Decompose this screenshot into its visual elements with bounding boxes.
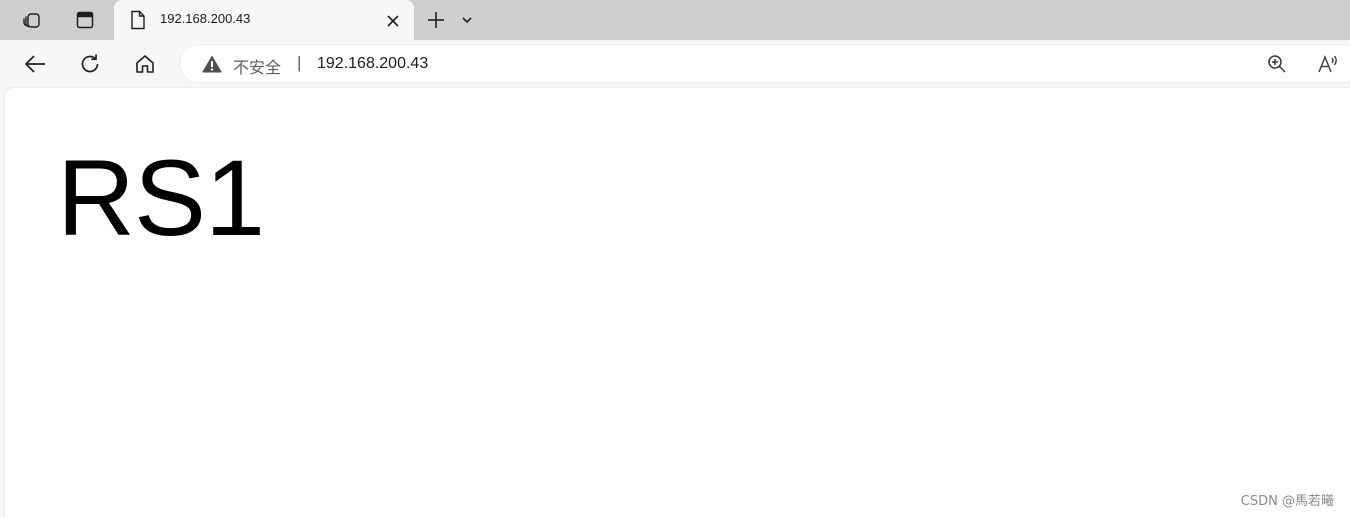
page-icon xyxy=(128,9,148,31)
plus-icon xyxy=(426,10,446,30)
tab-active[interactable]: 192.168.200.43 xyxy=(114,0,414,40)
watermark: CSDN @馬若曦 xyxy=(1240,494,1334,509)
zoom-in-icon[interactable] xyxy=(1264,51,1290,77)
close-icon[interactable] xyxy=(380,8,406,34)
back-arrow-icon xyxy=(23,52,47,76)
toolbar: 不安全 | 192.168.200.43 xyxy=(0,40,1350,87)
new-tab-button[interactable] xyxy=(420,4,452,36)
back-button[interactable] xyxy=(19,48,51,80)
url-field[interactable]: 192.168.200.43 xyxy=(317,55,428,73)
home-icon xyxy=(134,53,156,75)
home-button[interactable] xyxy=(129,48,161,80)
refresh-icon xyxy=(78,52,102,76)
page-heading: RS1 xyxy=(57,137,265,258)
refresh-button[interactable] xyxy=(74,48,106,80)
read-aloud-icon[interactable] xyxy=(1315,51,1341,77)
address-bar[interactable]: 不安全 | 192.168.200.43 xyxy=(180,45,1350,82)
warning-icon[interactable] xyxy=(201,54,223,74)
page-viewport: RS1 xyxy=(5,88,1350,517)
tab-strip: 192.168.200.43 xyxy=(0,0,1350,40)
tab-actions-button[interactable] xyxy=(451,4,483,36)
tab-title: 192.168.200.43 xyxy=(160,11,251,26)
vertical-tabs-icon[interactable] xyxy=(69,4,101,36)
browser-window: 192.168.200.43 不安全 | 192.168.200.43 RS1 … xyxy=(0,0,1350,517)
workspaces-icon[interactable] xyxy=(16,4,48,36)
security-label[interactable]: 不安全 xyxy=(233,54,281,78)
chevron-down-icon xyxy=(460,13,474,27)
address-separator: | xyxy=(297,53,302,72)
